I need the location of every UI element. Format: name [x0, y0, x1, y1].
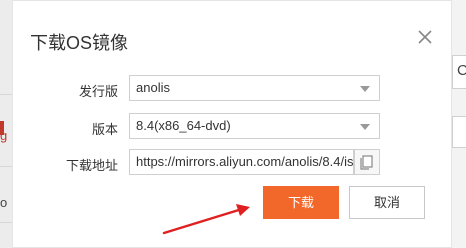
dialog-title: 下载OS镜像	[30, 33, 129, 53]
background-text: C	[457, 62, 466, 79]
download-url-field[interactable]: https://mirrors.aliyun.com/anolis/8.4/is…	[129, 149, 354, 175]
chevron-down-icon	[360, 124, 370, 130]
close-icon[interactable]	[415, 27, 435, 47]
version-select[interactable]: 8.4(x86_64-dvd)	[129, 113, 380, 139]
distribution-select[interactable]: anolis	[129, 75, 380, 101]
download-url-label: 下载地址	[65, 158, 118, 173]
background-input	[452, 116, 466, 148]
download-button[interactable]: 下载	[263, 186, 339, 219]
version-value: 8.4(x86_64-dvd)	[136, 118, 231, 133]
version-label: 版本	[91, 122, 118, 137]
distribution-value: anolis	[136, 80, 170, 95]
distribution-label: 发行版	[78, 84, 118, 99]
annotation-arrow-icon	[162, 204, 250, 235]
background-text: g	[0, 128, 8, 143]
copy-icon	[360, 155, 373, 170]
copy-button[interactable]	[354, 149, 380, 175]
background-text: o	[0, 195, 8, 210]
chevron-down-icon	[360, 86, 370, 92]
background-input: C	[452, 55, 466, 89]
cancel-button[interactable]: 取消	[349, 186, 425, 219]
